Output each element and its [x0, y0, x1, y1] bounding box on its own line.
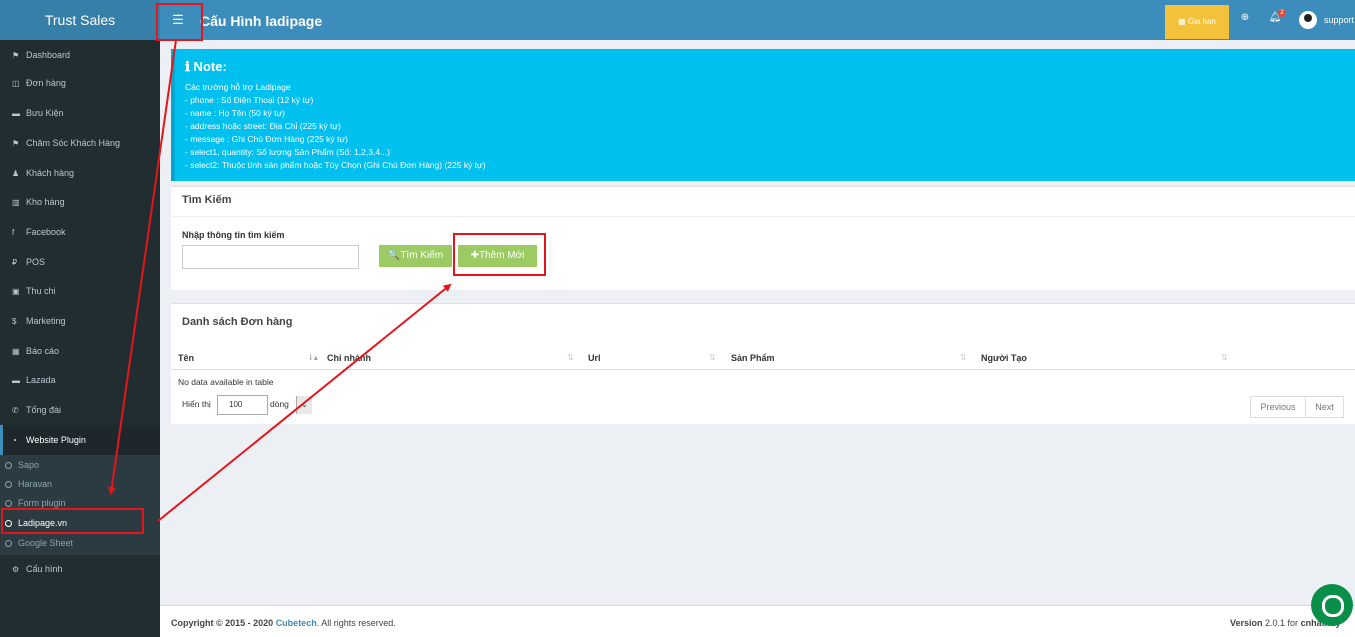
flag-icon: ⚑ [12, 51, 20, 60]
sidebar-item-finance[interactable]: ▣ Thu chi [0, 276, 160, 306]
note-line: - address hoặc street: Địa Chỉ (225 ký t… [185, 121, 341, 131]
page-length-label: Hiển thị [182, 399, 211, 409]
user-name[interactable]: support [1324, 0, 1354, 40]
page-length-suffix: dòng [270, 399, 289, 409]
circle-icon [5, 500, 12, 507]
ruble-icon: ₽ [12, 258, 18, 267]
facebook-icon: f [12, 228, 15, 237]
chevron-down-icon: ⌄ [296, 396, 312, 414]
column-header-url[interactable]: Url [588, 346, 601, 370]
column-header-name[interactable]: Tên [178, 346, 194, 370]
users-icon: ♟ [12, 169, 20, 178]
note-line: - name : Họ Tên (50 ký tự) [185, 108, 286, 118]
sidebar-item-call-center[interactable]: ✆ Tổng đài [0, 395, 160, 425]
column-header-creator[interactable]: Người Tạo [981, 346, 1027, 370]
note-line: - phone : Số Điện Thoại (12 ký tự) [185, 95, 314, 105]
sidebar: ⚑ Dashboard ◫ Đơn hàng ▬ Bưu Kiện ⚑ Chăm Sóc… [0, 40, 160, 637]
user-avatar[interactable] [1299, 11, 1317, 29]
bar-chart-icon: ▦ [12, 347, 20, 356]
globe-icon[interactable]: ⊕ [1238, 12, 1252, 26]
sidebar-item-dashboard[interactable]: ⚑ Dashboard [0, 40, 160, 70]
notification-badge: 2 [1278, 9, 1286, 17]
page-length-select[interactable]: 100 ⌄ [217, 395, 312, 415]
annotation-box-add-button [453, 233, 546, 276]
bank-icon: ▦ [1178, 17, 1188, 26]
sort-icon[interactable]: ⇅ [567, 346, 574, 370]
sort-icon[interactable]: ⇅ [1221, 346, 1228, 370]
company-link[interactable]: Cubetech [276, 618, 317, 628]
search-panel-title: Tìm Kiếm [171, 187, 1355, 217]
sidebar-item-facebook[interactable]: f Facebook [0, 217, 160, 247]
dollar-icon: $ [12, 317, 17, 326]
search-input[interactable] [182, 245, 359, 269]
column-header-product[interactable]: Sản Phẩm [731, 346, 775, 370]
sort-icon[interactable]: ⇅ [709, 346, 716, 370]
cart-icon: ▬ [12, 376, 20, 385]
chat-bubble-icon[interactable] [1311, 584, 1353, 626]
empty-table-message: No data available in table [178, 377, 274, 387]
sort-icon[interactable]: ⇅ [960, 346, 967, 370]
annotation-box-menu-toggle [156, 3, 203, 41]
submenu-item-haravan[interactable]: Haravan [0, 474, 160, 494]
note-line: - select1, quantity: Số lượng Sản Phẩm (… [185, 147, 390, 157]
submenu-item-sapo[interactable]: Sapo [0, 455, 160, 475]
money-icon: ▣ [12, 287, 20, 296]
page-title: Cấu Hình ladipage [200, 13, 323, 29]
sort-asc-icon[interactable]: ⇂▴ [307, 346, 318, 370]
annotation-box-ladipage [1, 508, 144, 534]
footer: Copyright © 2015 - 2020 Cubetech. All ri… [160, 605, 1355, 637]
sidebar-item-customer-care[interactable]: ⚑ Chăm Sóc Khách Hàng [0, 128, 160, 158]
circle-icon [5, 540, 12, 547]
phone-icon: ✆ [12, 406, 19, 415]
sidebar-item-parcels[interactable]: ▬ Bưu Kiện [0, 98, 160, 128]
sidebar-item-customers[interactable]: ♟ Khách hàng [0, 158, 160, 188]
brand-logo[interactable]: Trust Sales [0, 0, 160, 40]
sidebar-item-pos[interactable]: ₽ POS [0, 247, 160, 277]
search-label: Nhập thông tin tìm kiếm [182, 230, 285, 240]
gear-icon: ⚙ [12, 565, 20, 574]
clock-icon: ◔ [12, 436, 17, 445]
next-page-button[interactable]: Next [1305, 396, 1344, 418]
sidebar-item-lazada[interactable]: ▬ Lazada [0, 365, 160, 395]
flag-icon: ⚑ [12, 139, 20, 148]
table-header-divider [171, 369, 1355, 370]
sidebar-item-orders[interactable]: ◫ Đơn hàng [0, 68, 160, 98]
search-panel: Tìm Kiếm Nhập thông tin tìm kiếm 🔍Tìm Ki… [171, 186, 1355, 290]
renew-button[interactable]: ▦ Gia hạn [1165, 5, 1229, 39]
bank-icon: ▥ [12, 198, 20, 207]
search-button[interactable]: 🔍Tìm Kiếm [379, 245, 452, 267]
submenu-item-google-sheet[interactable]: Google Sheet [0, 533, 160, 553]
note-title: ℹ Note: [185, 59, 227, 74]
copyright: Copyright © 2015 - 2020 Cubetech. All ri… [171, 618, 396, 628]
sidebar-item-reports[interactable]: ▦ Báo cáo [0, 336, 160, 366]
orders-table-title: Danh sách Đơn hàng [182, 316, 293, 328]
sidebar-item-warehouse[interactable]: ▥ Kho hàng [0, 187, 160, 217]
note-line: Các trường hỗ trợ Ladipage [185, 82, 291, 92]
truck-icon: ▬ [12, 109, 20, 118]
sidebar-item-marketing[interactable]: $ Marketing [0, 306, 160, 336]
circle-icon [5, 481, 12, 488]
orders-table-panel: Danh sách Đơn hàng Tên ⇂▴ Chi nhánh ⇅ Ur… [171, 303, 1355, 424]
clipboard-icon: ◫ [12, 79, 20, 88]
sidebar-item-config[interactable]: ⚙ Cấu hình [0, 554, 160, 584]
website-plugin-submenu: Sapo Haravan Form plugin Ladipage.vn Goo… [0, 455, 160, 555]
note-line: - select2: Thuộc tính sản phẩm hoặc Tùy … [185, 160, 486, 170]
circle-icon [5, 462, 12, 469]
column-header-branch[interactable]: Chi nhánh [327, 346, 371, 370]
sidebar-item-website-plugin[interactable]: ◔ Website Plugin [0, 425, 160, 455]
note-line: - message : Ghi Chú Đơn Hàng (225 ký tự) [185, 134, 348, 144]
previous-page-button[interactable]: Previous [1250, 396, 1306, 418]
note-callout: ℹ Note: Các trường hỗ trợ Ladipage - pho… [171, 49, 1355, 181]
